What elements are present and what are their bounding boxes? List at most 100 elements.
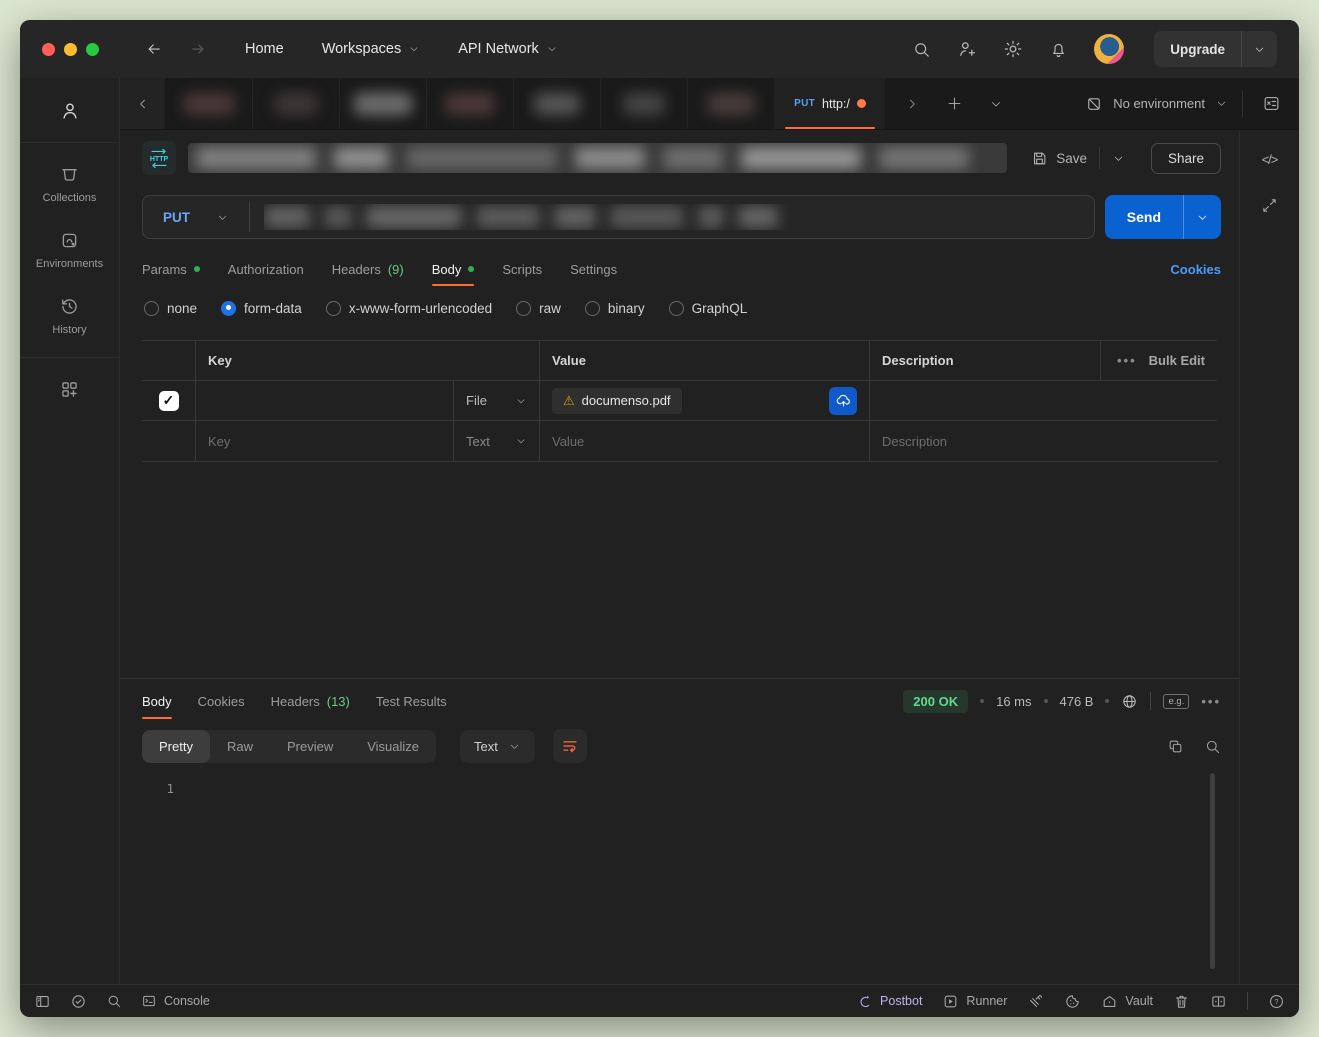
sidebar-add-more-icon[interactable] [20,366,119,413]
capture-requests-icon[interactable] [1027,993,1044,1010]
tab-authorization[interactable]: Authorization [228,248,304,290]
forward-arrow-icon[interactable] [189,40,207,58]
value-cell[interactable] [540,421,870,461]
method-selector[interactable]: PUT [143,210,249,225]
view-preview[interactable]: Preview [270,730,350,763]
runner-button[interactable]: Runner [942,993,1007,1010]
view-pretty[interactable]: Pretty [142,730,210,763]
send-button[interactable]: Send [1105,195,1183,239]
search-response-icon[interactable] [1204,738,1221,755]
bulk-edit-button[interactable]: Bulk Edit [1149,353,1205,368]
nav-workspaces[interactable]: Workspaces [322,41,421,57]
nav-api-network[interactable]: API Network [458,41,558,57]
two-pane-layout-icon[interactable] [1210,993,1227,1010]
tab-options-chevron-icon[interactable] [979,87,1013,121]
selected-file-chip[interactable]: ⚠ documenso.pdf [552,388,682,414]
tab-scripts[interactable]: Scripts [502,248,542,290]
redacted-tab[interactable] [688,78,775,129]
redacted-tab[interactable] [253,78,340,129]
radio-none[interactable]: none [144,301,197,316]
back-arrow-icon[interactable] [145,40,163,58]
description-cell[interactable] [870,421,1217,461]
column-options-icon[interactable]: ••• [1117,353,1137,368]
description-input[interactable] [882,434,1205,449]
status-badge[interactable]: 200 OK [903,690,968,713]
send-options-chevron-icon[interactable] [1183,195,1221,239]
help-icon[interactable]: ? [1268,993,1285,1010]
new-tab-plus-icon[interactable] [937,87,971,121]
redacted-request-name[interactable] [188,143,1007,173]
search-icon[interactable] [912,40,931,59]
format-select[interactable]: Text [460,730,535,763]
zoom-window-button[interactable] [86,43,99,56]
view-raw[interactable]: Raw [210,730,270,763]
view-visualize[interactable]: Visualize [350,730,436,763]
environment-quick-look-icon[interactable] [1243,78,1299,129]
postbot-button[interactable]: Postbot [856,993,922,1010]
redacted-tab[interactable] [166,78,253,129]
invite-user-icon[interactable] [957,39,977,59]
response-time[interactable]: 16 ms [996,694,1031,709]
tabs-scroll-left-icon[interactable] [120,78,166,129]
word-wrap-icon[interactable] [553,729,587,763]
upload-file-button[interactable] [829,387,857,415]
response-options-icon[interactable]: ••• [1201,694,1221,709]
environment-selector[interactable]: No environment [1071,78,1242,129]
console-button[interactable]: Console [141,993,210,1009]
active-request-tab[interactable]: PUT http:/ [775,78,885,129]
sidebar-item-environments[interactable]: Environments [20,217,119,283]
response-tab-headers[interactable]: Headers(13) [271,679,350,723]
user-profile-icon[interactable] [59,92,81,134]
radio-graphql[interactable]: GraphQL [669,301,748,316]
cookies-link[interactable]: Cookies [1170,262,1221,277]
type-select-text[interactable]: Text [454,421,540,461]
tabs-scroll-right-icon[interactable] [895,87,929,121]
key-input[interactable] [208,393,441,408]
description-cell[interactable] [870,381,1217,420]
sidebar-item-history[interactable]: History [20,283,119,349]
redacted-tab[interactable] [514,78,601,129]
response-tab-cookies[interactable]: Cookies [198,679,245,723]
radio-raw[interactable]: raw [516,301,561,316]
save-button[interactable]: Save [1019,150,1099,167]
notifications-bell-icon[interactable] [1049,40,1068,59]
copy-response-icon[interactable] [1167,738,1184,755]
response-tab-body[interactable]: Body [142,679,172,723]
response-tab-test-results[interactable]: Test Results [376,679,447,723]
trash-icon[interactable] [1173,993,1190,1010]
radio-x-www-form-urlencoded[interactable]: x-www-form-urlencoded [326,301,492,316]
close-window-button[interactable] [42,43,55,56]
toggle-sidebar-icon[interactable] [34,993,51,1010]
radio-binary[interactable]: binary [585,301,645,316]
value-input[interactable] [552,434,857,449]
redacted-tab[interactable] [427,78,514,129]
type-select-file[interactable]: File [454,381,540,420]
redacted-request-url[interactable] [264,204,1080,230]
vertical-scrollbar[interactable] [1210,773,1215,969]
response-size[interactable]: 476 B [1060,694,1094,709]
tab-headers[interactable]: Headers(9) [332,248,404,290]
tab-settings[interactable]: Settings [570,248,617,290]
network-globe-icon[interactable] [1121,693,1138,710]
share-button[interactable]: Share [1151,143,1221,174]
upgrade-dropdown-chevron-icon[interactable] [1241,31,1277,67]
tab-params[interactable]: Params [142,248,200,290]
upgrade-button[interactable]: Upgrade [1154,31,1241,67]
sidebar-item-collections[interactable]: Collections [20,151,119,217]
minimize-window-button[interactable] [64,43,77,56]
find-icon[interactable] [106,993,122,1009]
key-cell[interactable] [196,421,454,461]
response-body-editor[interactable]: 1 [120,769,1239,984]
code-snippet-icon[interactable]: </> [1262,152,1278,167]
expand-pane-icon[interactable] [1261,197,1278,214]
key-cell[interactable] [196,381,454,420]
redacted-tab[interactable] [601,78,688,129]
save-options-chevron-icon[interactable] [1099,147,1137,169]
settings-gear-icon[interactable] [1003,39,1023,59]
cookies-icon[interactable] [1064,993,1081,1010]
radio-form-data[interactable]: form-data [221,301,302,316]
vault-button[interactable]: Vault [1101,993,1153,1010]
key-input[interactable] [208,434,441,449]
nav-home[interactable]: Home [245,41,284,57]
tab-body[interactable]: Body [432,248,475,290]
